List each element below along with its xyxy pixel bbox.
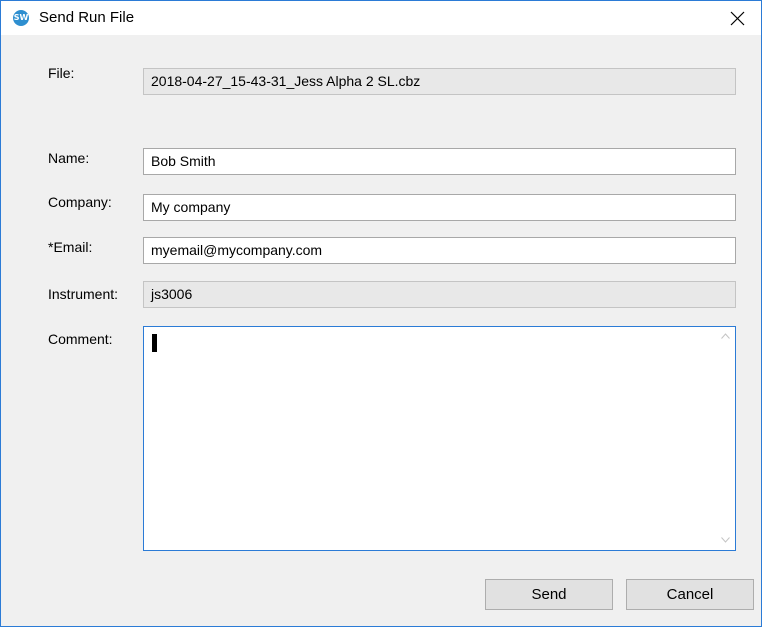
- comment-scrollbar[interactable]: [717, 328, 734, 549]
- scroll-up-button[interactable]: [717, 328, 734, 345]
- name-field[interactable]: Bob Smith: [143, 148, 736, 175]
- dialog-title: Send Run File: [39, 9, 135, 26]
- cancel-button[interactable]: Cancel: [626, 579, 754, 610]
- comment-textarea[interactable]: [143, 326, 736, 551]
- email-field[interactable]: myemail@mycompany.com: [143, 237, 736, 264]
- send-button[interactable]: Send: [485, 579, 613, 610]
- company-label: Company:: [48, 194, 112, 210]
- send-run-file-dialog: SW Send Run File File: 2018-04-27_15-43-…: [0, 0, 762, 627]
- file-label: File:: [48, 65, 75, 81]
- instrument-field: js3006: [143, 281, 736, 308]
- title-bar: SW Send Run File: [1, 1, 761, 35]
- close-button[interactable]: [715, 1, 761, 35]
- close-icon: [730, 11, 745, 26]
- app-icon: SW: [13, 10, 29, 26]
- file-field: 2018-04-27_15-43-31_Jess Alpha 2 SL.cbz: [143, 68, 736, 95]
- email-label: *Email:: [48, 239, 93, 255]
- scroll-down-button[interactable]: [717, 532, 734, 549]
- company-field[interactable]: My company: [143, 194, 736, 221]
- chevron-down-icon: [721, 537, 730, 543]
- instrument-label: Instrument:: [48, 286, 119, 302]
- comment-label: Comment:: [48, 331, 113, 347]
- chevron-up-icon: [721, 333, 730, 339]
- name-label: Name:: [48, 150, 90, 166]
- text-caret: [152, 334, 157, 352]
